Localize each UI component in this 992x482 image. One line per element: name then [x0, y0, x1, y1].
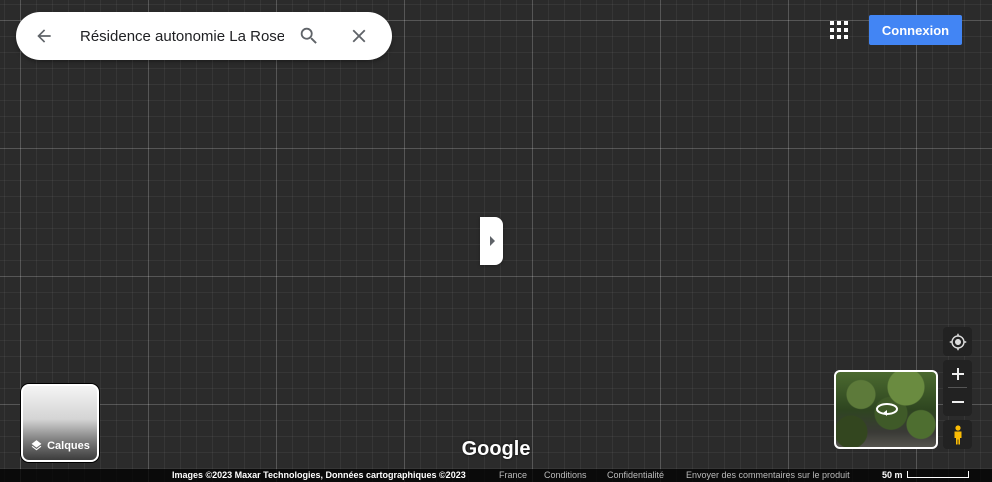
map-attribution: Images ©2023 Maxar Technologies, Données… — [172, 470, 466, 480]
login-button[interactable]: Connexion — [869, 15, 962, 45]
layers-button[interactable]: Calques — [21, 384, 99, 462]
apps-button[interactable] — [826, 16, 852, 44]
layers-icon — [31, 440, 42, 451]
my-location-icon — [949, 333, 966, 350]
scale-bar — [907, 471, 969, 478]
zoom-out-button[interactable] — [943, 388, 972, 415]
zoom-controls — [943, 360, 972, 416]
footer-bar: Images ©2023 Maxar Technologies, Données… — [0, 469, 992, 482]
side-panel-toggle[interactable] — [480, 217, 503, 265]
close-icon — [352, 29, 366, 43]
footer-link-conditions[interactable]: Conditions — [544, 470, 587, 480]
pegman-button[interactable] — [943, 420, 972, 449]
minus-icon — [951, 400, 964, 403]
footer-link-privacy[interactable]: Confidentialité — [607, 470, 664, 480]
rotate-360-icon — [876, 403, 898, 416]
my-location-button[interactable] — [943, 327, 972, 356]
google-logo: Google — [461, 437, 531, 460]
search-input[interactable] — [72, 12, 284, 60]
footer-link-feedback[interactable]: Envoyer des commentaires sur le produit — [686, 470, 850, 480]
pegman-icon — [954, 424, 961, 444]
search-icon — [300, 27, 317, 44]
arrow-left-icon — [37, 29, 51, 43]
layers-label-row: Calques — [23, 439, 97, 452]
back-button[interactable] — [16, 12, 72, 60]
zoom-in-button[interactable] — [943, 360, 972, 387]
layers-label: Calques — [47, 439, 90, 452]
clear-search-button[interactable] — [334, 12, 384, 60]
apps-grid-icon — [830, 21, 848, 39]
footer-link-country[interactable]: France — [499, 470, 527, 480]
search-button[interactable] — [284, 12, 334, 60]
scale-label[interactable]: 50 m — [882, 470, 903, 480]
plus-icon — [951, 367, 964, 380]
streetview-thumbnail[interactable] — [834, 370, 938, 449]
chevron-right-icon — [489, 236, 495, 246]
search-box — [16, 12, 392, 60]
